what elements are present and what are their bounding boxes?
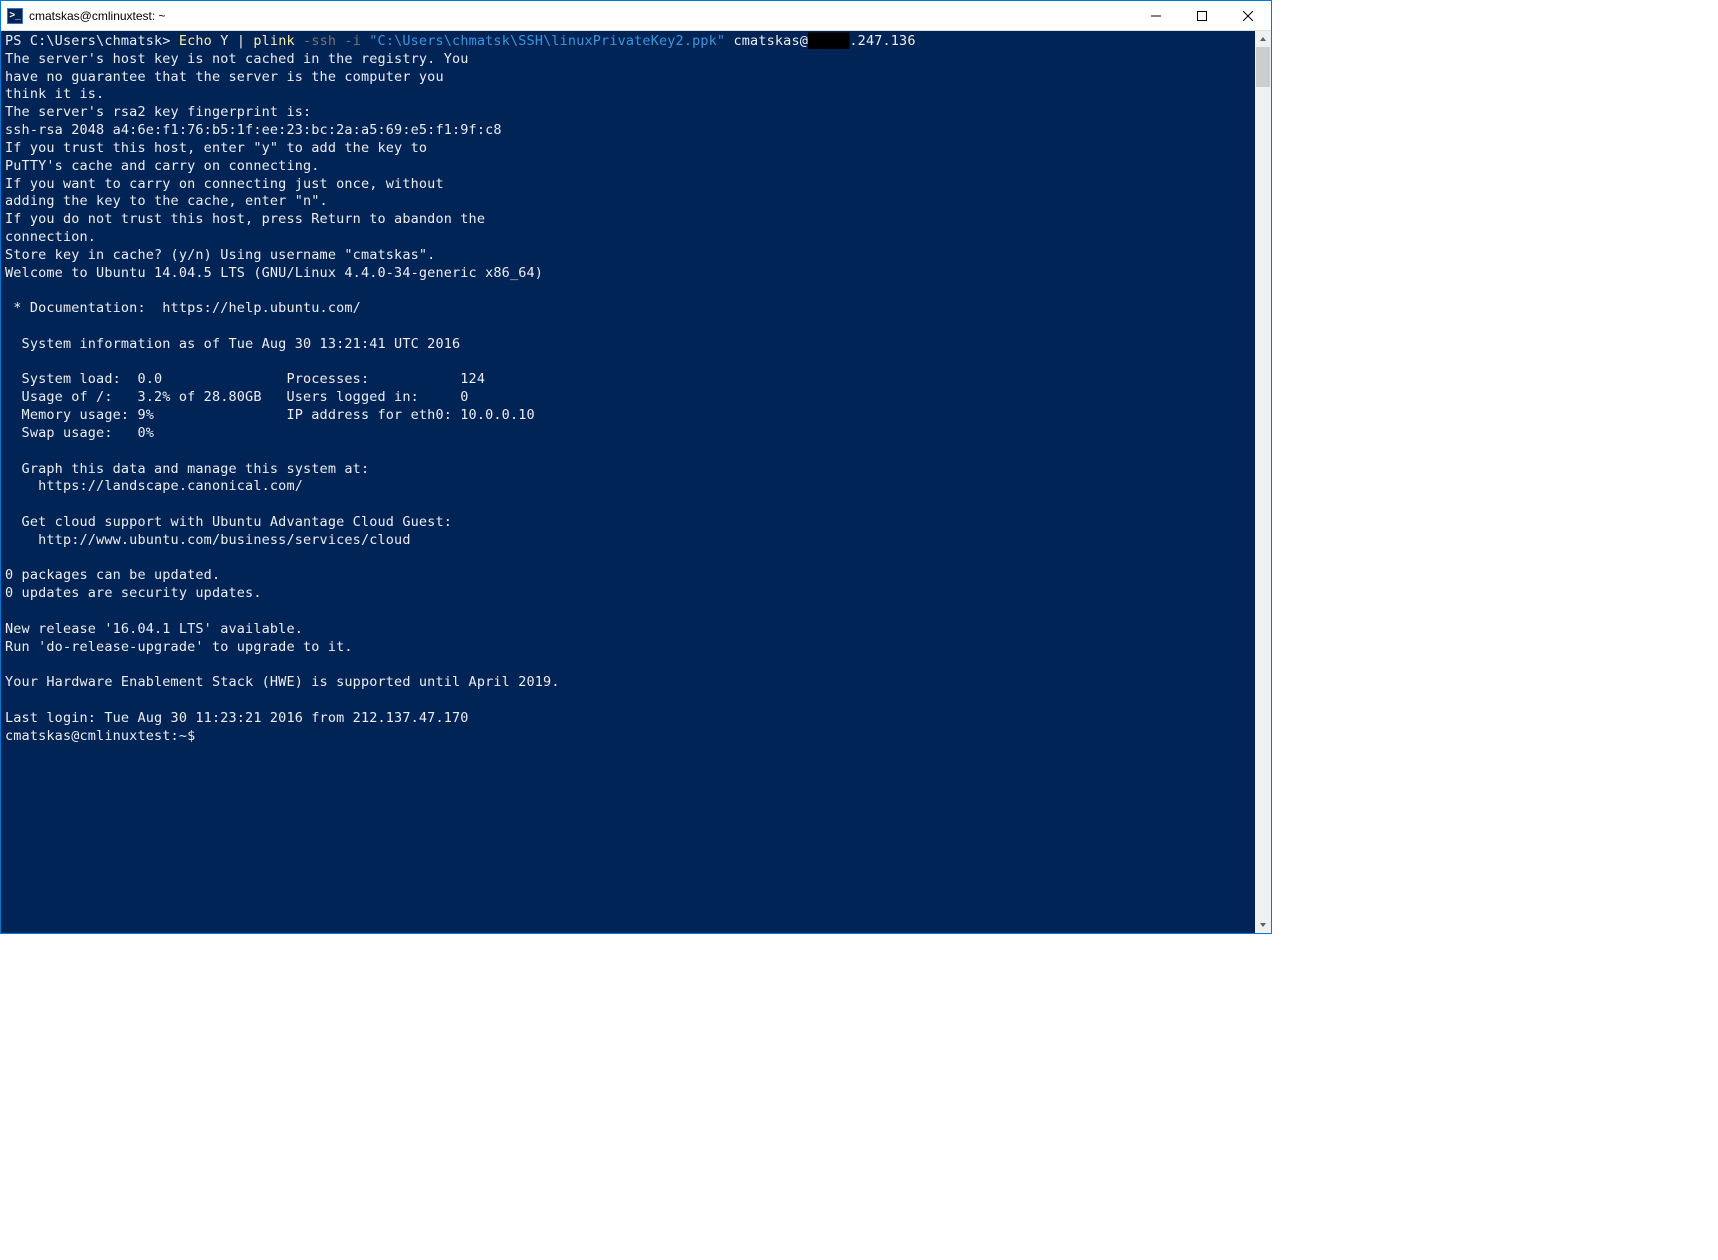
- output-line: Memory usage: 9% IP address for eth0: 10…: [5, 407, 535, 423]
- scrollbar-track[interactable]: [1255, 47, 1271, 917]
- output-line: Graph this data and manage this system a…: [5, 461, 369, 477]
- cmd-args: -ssh -i: [295, 33, 370, 49]
- cmd-ipsuffix: .247.136: [849, 33, 915, 49]
- scroll-down-button[interactable]: [1255, 917, 1271, 933]
- output-line: Your Hardware Enablement Stack (HWE) is …: [5, 674, 560, 690]
- output-line: If you do not trust this host, press Ret…: [5, 211, 485, 227]
- window-title: cmatskas@cmlinuxtest: ~: [29, 9, 1133, 23]
- output-line: New release '16.04.1 LTS' available.: [5, 621, 303, 637]
- output-line: The server's rsa2 key fingerprint is:: [5, 104, 311, 120]
- output-line: Usage of /: 3.2% of 28.80GB Users logged…: [5, 389, 469, 405]
- output-line: adding the key to the cache, enter "n".: [5, 193, 328, 209]
- output-line: Last login: Tue Aug 30 11:23:21 2016 fro…: [5, 710, 469, 726]
- cmd-y: Y: [212, 33, 237, 49]
- powershell-icon: >_: [7, 8, 23, 24]
- output-line: http://www.ubuntu.com/business/services/…: [5, 532, 411, 548]
- cmd-plink: plink: [253, 33, 294, 49]
- output-line: 0 updates are security updates.: [5, 585, 262, 601]
- output-line: Get cloud support with Ubuntu Advantage …: [5, 514, 452, 530]
- output-line: Run 'do-release-upgrade' to upgrade to i…: [5, 639, 353, 655]
- terminal-area: PS C:\Users\chmatsk> Echo Y | plink -ssh…: [1, 31, 1271, 933]
- shell-prompt: cmatskas@cmlinuxtest:~$: [5, 728, 195, 744]
- maximize-button[interactable]: [1179, 1, 1225, 30]
- output-line: Swap usage: 0%: [5, 425, 154, 441]
- titlebar[interactable]: >_ cmatskas@cmlinuxtest: ~: [1, 1, 1271, 31]
- terminal-output[interactable]: PS C:\Users\chmatsk> Echo Y | plink -ssh…: [1, 31, 1255, 933]
- minimize-button[interactable]: [1133, 1, 1179, 30]
- scrollbar-thumb[interactable]: [1256, 47, 1270, 87]
- output-line: PuTTY's cache and carry on connecting.: [5, 158, 320, 174]
- ps-prompt: PS C:\Users\chmatsk>: [5, 33, 179, 49]
- output-line: If you want to carry on connecting just …: [5, 176, 444, 192]
- close-button[interactable]: [1225, 1, 1271, 30]
- cmd-keypath: "C:\Users\chmatsk\SSH\linuxPrivateKey2.p…: [369, 33, 725, 49]
- output-line: The server's host key is not cached in t…: [5, 51, 469, 67]
- output-line: If you trust this host, enter "y" to add…: [5, 140, 427, 156]
- vertical-scrollbar[interactable]: [1255, 31, 1271, 933]
- cmd-echo: Echo: [179, 33, 212, 49]
- output-line: * Documentation: https://help.ubuntu.com…: [5, 300, 361, 316]
- output-line: ssh-rsa 2048 a4:6e:f1:76:b5:1f:ee:23:bc:…: [5, 122, 502, 138]
- window-controls: [1133, 1, 1271, 30]
- scroll-up-button[interactable]: [1255, 31, 1271, 47]
- output-line: Store key in cache? (y/n) Using username…: [5, 247, 435, 263]
- output-line: Welcome to Ubuntu 14.04.5 LTS (GNU/Linux…: [5, 265, 543, 281]
- output-line: System load: 0.0 Processes: 124: [5, 371, 485, 387]
- output-line: System information as of Tue Aug 30 13:2…: [5, 336, 460, 352]
- cmd-pipe: |: [237, 33, 254, 49]
- output-line: have no guarantee that the server is the…: [5, 69, 444, 85]
- terminal-window: >_ cmatskas@cmlinuxtest: ~ PS C:\Users\c…: [0, 0, 1272, 934]
- output-line: https://landscape.canonical.com/: [5, 478, 303, 494]
- output-line: connection.: [5, 229, 96, 245]
- output-line: 0 packages can be updated.: [5, 567, 220, 583]
- cmd-userhost: cmatskas@: [725, 33, 808, 49]
- output-line: think it is.: [5, 86, 104, 102]
- redacted-ip: █████: [808, 33, 849, 49]
